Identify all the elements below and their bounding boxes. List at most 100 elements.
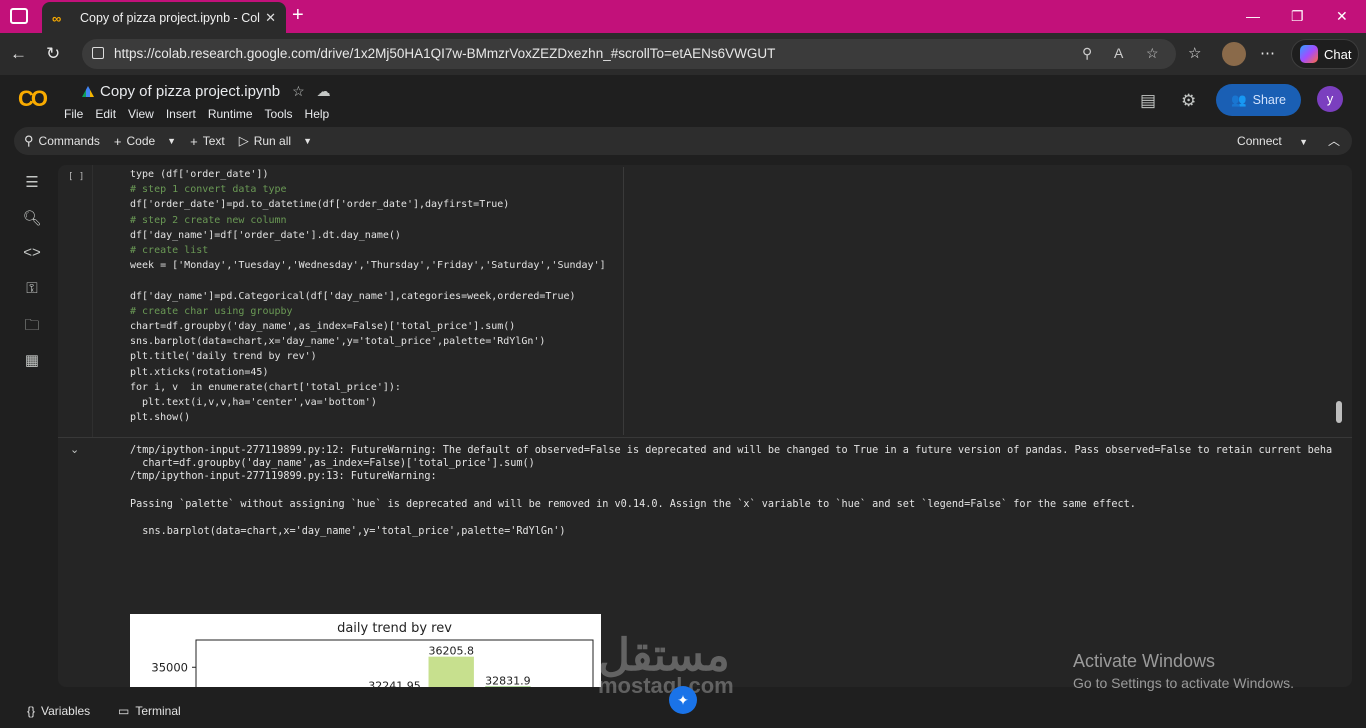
search-icon: ⚲ bbox=[24, 133, 34, 148]
comment-icon[interactable]: ▤ bbox=[1140, 91, 1156, 111]
notebook-toolbar: ⚲ Commands + Code ▼ + Text ▷ Run all ▼ C… bbox=[14, 127, 1352, 155]
code-line[interactable] bbox=[130, 273, 623, 288]
add-code-button[interactable]: + Code ▼ bbox=[114, 134, 176, 149]
menu-edit[interactable]: Edit bbox=[95, 107, 116, 121]
commands-button[interactable]: ⚲ Commands bbox=[24, 133, 100, 149]
run-cell-button[interactable]: [ ] bbox=[68, 172, 84, 182]
secrets-key-icon[interactable]: ⚿ bbox=[14, 280, 50, 316]
read-aloud-icon[interactable]: A bbox=[1114, 45, 1123, 61]
bar-chart: daily trend by rev25000300003500029655.0… bbox=[130, 614, 601, 687]
terminal-button[interactable]: ▭ Terminal bbox=[118, 704, 181, 718]
add-text-button[interactable]: + Text bbox=[190, 134, 225, 149]
activate-windows-notice: Activate Windows Go to Settings to activ… bbox=[1073, 651, 1294, 691]
profile-avatar[interactable] bbox=[1222, 42, 1246, 66]
minimize-icon[interactable]: — bbox=[1246, 8, 1260, 24]
y-tick-label: 35000 bbox=[151, 660, 188, 674]
notebook-area: [ ] type (df['order_date']) # step 1 conv… bbox=[58, 165, 1352, 687]
menu-tools[interactable]: Tools bbox=[265, 107, 293, 121]
menu-help[interactable]: Help bbox=[305, 107, 330, 121]
refresh-icon[interactable]: ↻ bbox=[46, 44, 60, 64]
terminal-icon: ▭ bbox=[118, 704, 130, 718]
scrollbar-thumb[interactable] bbox=[1336, 401, 1342, 423]
menu-insert[interactable]: Insert bbox=[166, 107, 196, 121]
variables-button[interactable]: {} Variables bbox=[27, 704, 90, 718]
code-line[interactable]: sns.barplot(data=chart,x='day_name',y='t… bbox=[130, 334, 623, 349]
connect-button[interactable]: Connect ▼ bbox=[1237, 134, 1308, 148]
notebook-title[interactable]: Copy of pizza project.ipynb bbox=[100, 83, 280, 100]
menu-view[interactable]: View bbox=[128, 107, 154, 121]
bar-value-label: 32241.95 bbox=[368, 680, 421, 687]
browser-tab[interactable]: ∞ Copy of pizza project.ipynb - Cola ✕ bbox=[42, 2, 286, 33]
code-line[interactable]: chart=df.groupby('day_name',as_index=Fal… bbox=[130, 319, 623, 334]
restore-icon[interactable]: ❐ bbox=[1291, 8, 1304, 25]
copilot-chat-button[interactable]: Chat bbox=[1291, 39, 1359, 69]
code-line[interactable]: # step 2 create new column bbox=[130, 213, 623, 228]
code-line[interactable]: # create char using groupby bbox=[130, 304, 623, 319]
plus-icon: + bbox=[113, 133, 122, 149]
code-snippets-icon[interactable]: <> bbox=[14, 244, 50, 280]
settings-gear-icon[interactable]: ⚙ bbox=[1181, 91, 1196, 111]
lock-icon[interactable] bbox=[92, 47, 104, 59]
tab-actions-icon[interactable] bbox=[10, 8, 28, 24]
bar-value-label: 32831.9 bbox=[485, 674, 531, 687]
find-replace-icon[interactable]: 🔍︎ bbox=[14, 209, 50, 245]
table-of-contents-icon[interactable]: ☰ bbox=[14, 173, 50, 209]
code-cell[interactable]: [ ] type (df['order_date']) # step 1 conv… bbox=[58, 165, 1352, 437]
address-bar[interactable]: https://colab.research.google.com/drive/… bbox=[82, 39, 1176, 69]
activate-subtitle: Go to Settings to activate Windows. bbox=[1073, 675, 1294, 691]
code-line[interactable]: plt.text(i,v,v,ha='center',va='bottom') bbox=[130, 395, 623, 410]
code-line[interactable]: plt.show() bbox=[130, 410, 623, 425]
colab-logo[interactable]: CO bbox=[18, 86, 48, 112]
run-all-button[interactable]: ▷ Run all ▼ bbox=[239, 133, 312, 149]
chart-title: daily trend by rev bbox=[337, 621, 452, 636]
code-line[interactable]: df['day_name']=pd.Categorical(df['day_na… bbox=[130, 289, 623, 304]
share-label: Share bbox=[1252, 93, 1286, 107]
chevron-down-icon[interactable]: ▼ bbox=[303, 136, 312, 146]
more-icon[interactable]: ⋯ bbox=[1260, 44, 1275, 62]
chat-label: Chat bbox=[1324, 46, 1352, 62]
cell-gutter bbox=[92, 165, 93, 437]
data-table-icon[interactable]: ▦ bbox=[14, 351, 50, 387]
tab-title: Copy of pizza project.ipynb - Cola bbox=[80, 10, 260, 25]
url-text[interactable]: https://colab.research.google.com/drive/… bbox=[114, 46, 775, 61]
menu-runtime[interactable]: Runtime bbox=[208, 107, 253, 121]
activate-title: Activate Windows bbox=[1073, 651, 1216, 671]
output-text: /tmp/ipython-input-277119899.py:12: Futu… bbox=[130, 444, 1335, 538]
code-line[interactable]: # step 1 convert data type bbox=[130, 182, 623, 197]
browser-titlebar: ∞ Copy of pizza project.ipynb - Cola ✕ +… bbox=[0, 0, 1366, 33]
cloud-icon[interactable]: ☁ bbox=[317, 83, 331, 100]
favorites-icon[interactable]: ☆ bbox=[1188, 44, 1201, 62]
chevron-down-icon[interactable]: ▼ bbox=[1299, 137, 1308, 147]
code-line[interactable]: plt.xticks(rotation=45) bbox=[130, 365, 623, 380]
tab-close-icon[interactable]: ✕ bbox=[265, 10, 276, 26]
bar bbox=[428, 656, 474, 687]
code-line[interactable]: # create list bbox=[130, 243, 623, 258]
chevron-up-icon[interactable]: ︿ bbox=[1328, 132, 1340, 149]
new-tab-button[interactable]: + bbox=[292, 4, 304, 27]
gemini-sparkle-icon[interactable]: ✦ bbox=[669, 686, 697, 714]
notebook-title-row: Copy of pizza project.ipynb ☆ ☁ bbox=[82, 83, 331, 100]
code-line[interactable]: plt.title('daily trend by rev') bbox=[130, 349, 623, 364]
code-line[interactable]: df['order_date']=pd.to_datetime(df['orde… bbox=[130, 197, 623, 212]
chevron-down-icon[interactable]: ⌄ bbox=[70, 443, 79, 456]
play-icon: ▷ bbox=[238, 133, 249, 148]
code-line[interactable]: df['day_name']=df['order_date'].dt.day_n… bbox=[130, 228, 623, 243]
zoom-icon[interactable]: ⚲ bbox=[1082, 45, 1092, 62]
chevron-down-icon[interactable]: ▼ bbox=[167, 136, 176, 146]
menu-file[interactable]: File bbox=[64, 107, 83, 121]
copilot-icon bbox=[1300, 45, 1318, 63]
favorite-icon[interactable]: ☆ bbox=[1146, 45, 1159, 62]
code-line[interactable]: type (df['order_date']) bbox=[130, 167, 623, 182]
braces-icon: {} bbox=[27, 704, 36, 718]
code-line[interactable]: week = ['Monday','Tuesday','Wednesday','… bbox=[130, 258, 623, 273]
code-line[interactable]: for i, v in enumerate(chart['total_price… bbox=[130, 380, 623, 395]
bar-value-label: 36205.8 bbox=[428, 645, 474, 658]
star-icon[interactable]: ☆ bbox=[292, 83, 305, 100]
share-button[interactable]: 👥 Share bbox=[1216, 84, 1301, 116]
code-editor[interactable]: type (df['order_date']) # step 1 convert … bbox=[130, 167, 624, 435]
colab-favicon-icon: ∞ bbox=[52, 10, 62, 26]
user-avatar[interactable]: y bbox=[1317, 86, 1343, 112]
close-window-icon[interactable]: ✕ bbox=[1336, 8, 1348, 25]
files-folder-icon[interactable]: 🗀 bbox=[14, 315, 50, 351]
back-icon[interactable]: ← bbox=[10, 44, 27, 64]
